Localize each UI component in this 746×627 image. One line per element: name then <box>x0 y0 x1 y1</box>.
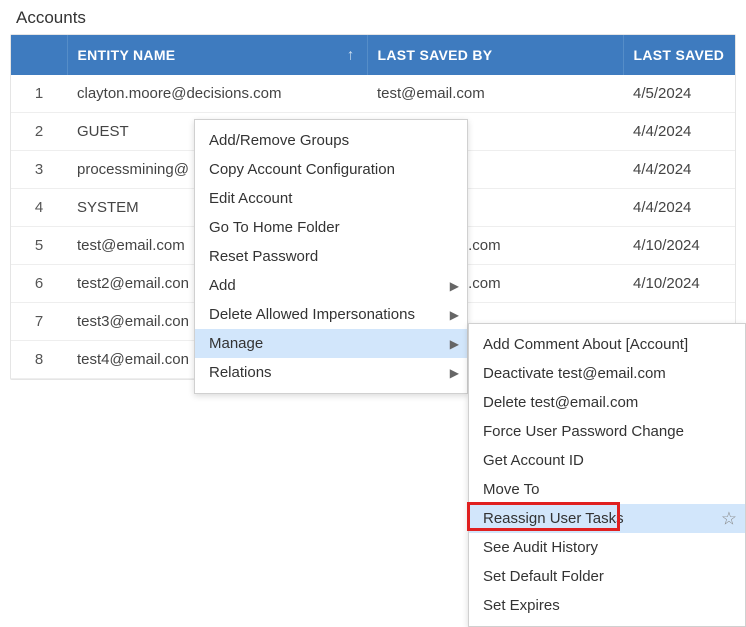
row-index: 2 <box>11 113 67 151</box>
chevron-right-icon: ▶ <box>450 279 459 293</box>
ctx-item-label: Edit Account <box>209 190 292 207</box>
row-index: 7 <box>11 303 67 341</box>
row-on: 4/4/2024 <box>623 151 735 189</box>
row-by: test@email.com <box>367 75 623 113</box>
ctx-item-copy-account-configuration[interactable]: Copy Account Configuration <box>195 155 467 184</box>
chevron-right-icon: ▶ <box>450 337 459 351</box>
ctx-item-go-to-home-folder[interactable]: Go To Home Folder <box>195 213 467 242</box>
ctx-sub-item-move-to[interactable]: Move To <box>469 475 745 504</box>
ctx-sub-item-delete-test-email-com[interactable]: Delete test@email.com <box>469 388 745 417</box>
ctx-item-reset-password[interactable]: Reset Password <box>195 242 467 271</box>
star-icon[interactable]: ☆ <box>721 508 737 529</box>
context-menu: Add/Remove Groups Copy Account Configurat… <box>194 119 468 394</box>
sort-asc-icon: ↑ <box>347 47 355 64</box>
row-entity: clayton.moore@decisions.com <box>67 75 367 113</box>
row-on: 4/4/2024 <box>623 189 735 227</box>
col-last-saved-on[interactable]: LAST SAVED <box>623 35 735 75</box>
row-index: 8 <box>11 341 67 379</box>
ctx-sub-item-label: Delete test@email.com <box>483 394 638 411</box>
context-submenu: Add Comment About [Account] Deactivate te… <box>468 323 746 627</box>
chevron-right-icon: ▶ <box>450 308 459 322</box>
ctx-sub-item-set-expires[interactable]: Set Expires <box>469 591 745 620</box>
col-last-saved-by[interactable]: LAST SAVED BY <box>367 35 623 75</box>
ctx-item-add-remove-groups[interactable]: Add/Remove Groups <box>195 126 467 155</box>
chevron-right-icon: ▶ <box>450 366 459 380</box>
ctx-item-label: Relations <box>209 364 272 381</box>
ctx-item-label: Add/Remove Groups <box>209 132 349 149</box>
ctx-item-label: Go To Home Folder <box>209 219 340 236</box>
ctx-item-label: Copy Account Configuration <box>209 161 395 178</box>
col-entity-name-label: ENTITY NAME <box>78 47 176 63</box>
ctx-item-label: Add <box>209 277 236 294</box>
ctx-sub-item-get-account-id[interactable]: Get Account ID <box>469 446 745 475</box>
ctx-item-relations[interactable]: Relations ▶ <box>195 358 467 387</box>
ctx-sub-item-label: Reassign User Tasks <box>483 510 624 527</box>
row-index: 1 <box>11 75 67 113</box>
col-entity-name[interactable]: ENTITY NAME ↑ <box>67 35 367 75</box>
ctx-sub-item-label: Add Comment About [Account] <box>483 336 688 353</box>
ctx-item-label: Manage <box>209 335 263 352</box>
row-index: 6 <box>11 265 67 303</box>
ctx-sub-item-label: Set Default Folder <box>483 568 604 585</box>
ctx-item-manage[interactable]: Manage ▶ <box>195 329 467 358</box>
row-on: 4/5/2024 <box>623 75 735 113</box>
table-row[interactable]: 1clayton.moore@decisions.comtest@email.c… <box>11 75 735 113</box>
row-index: 5 <box>11 227 67 265</box>
ctx-item-add[interactable]: Add ▶ <box>195 271 467 300</box>
row-index: 4 <box>11 189 67 227</box>
col-index[interactable] <box>11 35 67 75</box>
ctx-sub-item-force-user-password-change[interactable]: Force User Password Change <box>469 417 745 446</box>
ctx-item-label: Delete Allowed Impersonations <box>209 306 415 323</box>
row-on: 4/10/2024 <box>623 265 735 303</box>
ctx-sub-item-deactivate-test-email-com[interactable]: Deactivate test@email.com <box>469 359 745 388</box>
ctx-sub-item-label: Set Expires <box>483 597 560 614</box>
ctx-sub-item-set-default-folder[interactable]: Set Default Folder <box>469 562 745 591</box>
ctx-item-edit-account[interactable]: Edit Account <box>195 184 467 213</box>
page-title: Accounts <box>0 0 746 34</box>
ctx-sub-item-label: Force User Password Change <box>483 423 684 440</box>
ctx-item-delete-allowed-impersonations[interactable]: Delete Allowed Impersonations ▶ <box>195 300 467 329</box>
row-on: 4/4/2024 <box>623 113 735 151</box>
ctx-sub-item-add-comment-about-account[interactable]: Add Comment About [Account] <box>469 330 745 359</box>
ctx-sub-item-label: Move To <box>483 481 539 498</box>
ctx-sub-item-label: See Audit History <box>483 539 598 556</box>
ctx-item-label: Reset Password <box>209 248 318 265</box>
row-on: 4/10/2024 <box>623 227 735 265</box>
ctx-sub-item-label: Get Account ID <box>483 452 584 469</box>
ctx-sub-item-see-audit-history[interactable]: See Audit History <box>469 533 745 562</box>
row-index: 3 <box>11 151 67 189</box>
ctx-sub-item-label: Deactivate test@email.com <box>483 365 666 382</box>
ctx-sub-item-reassign-user-tasks[interactable]: Reassign User Tasks ☆ <box>469 504 745 533</box>
